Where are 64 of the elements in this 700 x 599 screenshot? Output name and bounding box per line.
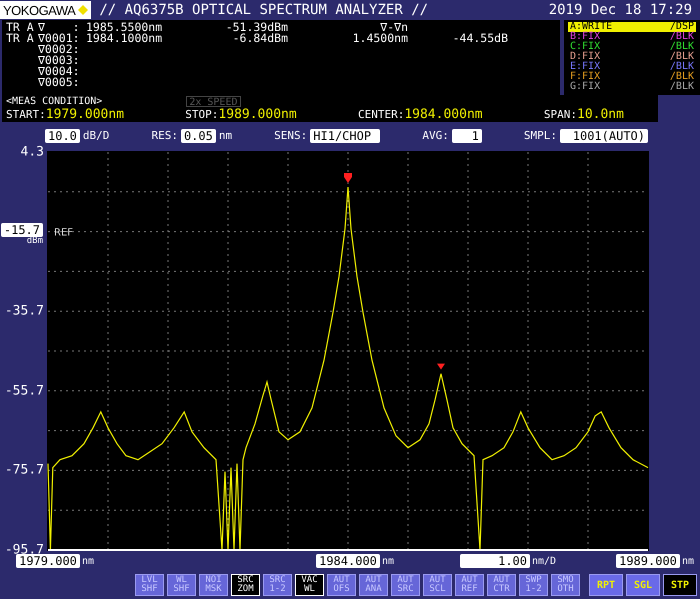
x-axis-unit: nm [382,556,394,566]
setting-unit: nm [218,129,232,142]
marker-wavelength: 1985.5500nm [86,22,164,33]
y-axis-label: -35.7 [4,304,44,319]
meas-condition-heading: <MEAS CONDITION> [6,96,102,107]
marker-label: ∇0005: [38,77,81,88]
marker-wavelength: 1984.1000nm [86,33,164,44]
y-axis-label: -55.7 [4,383,44,398]
logo: YOKOGAWA [0,1,92,19]
setting-label: RES: [151,129,178,142]
scale-unit: nm/D [532,556,556,566]
trace-item[interactable]: F:FIX /BLK [568,72,696,82]
x-axis-value[interactable]: 1989.000 [616,554,680,568]
y-axis-label: -75.7 [4,462,44,478]
trace-item[interactable]: B:FIX /BLK [568,32,696,42]
setting-label: AVG: [422,129,449,142]
marker-level: -6.84dBm [232,33,288,44]
marker-label: ∇0001: [38,33,81,44]
marker-icon [437,364,445,370]
setting-label: SMPL: [524,129,557,142]
window-title: // AQ6375B OPTICAL SPECTRUM ANALYZER // [99,2,430,18]
soft-key[interactable]: SRC ZOM [231,574,260,596]
x-axis-value[interactable]: 1979.000 [16,554,80,568]
setting-unit: dB/D [82,129,110,142]
sweep-button[interactable]: SGL [626,574,660,596]
soft-key[interactable]: VAC WL [295,574,324,596]
setting-value[interactable]: 0.05 [180,128,216,142]
sweep-button[interactable]: STP [663,574,697,596]
date-time: 2019 Dec 18 17:29 [548,2,692,18]
x-axis-unit: nm [682,556,694,566]
marker-label: ∇0002: [38,44,81,55]
sweep-button[interactable]: RPT [589,574,623,596]
trace-item[interactable]: D:FIX /BLK [568,52,696,62]
ref-level-value[interactable]: -15.7 [0,222,43,237]
diamond-icon [78,5,88,15]
speed-indicator: 2x SPEED [186,96,240,107]
marker-icon [344,173,352,184]
y-axis-label: 4.3 [20,144,44,160]
setting-label: SENS: [274,129,308,142]
x-axis-value[interactable]: 1984.000 [316,554,380,568]
meas-condition-item: START:1979.000nm [6,106,124,122]
trace-item[interactable]: G:FIX /BLK [568,82,696,92]
marker-level: -51.39dBm [224,22,288,33]
setting-value[interactable]: HI1/CHOP [310,128,380,142]
setting-value[interactable]: 1 [452,128,482,142]
marker-label: ∇0003: [38,55,81,66]
trace-item[interactable]: A:WRITE /DSP [568,22,696,32]
trace-item[interactable]: C:FIX /BLK [568,42,696,52]
trace-label: TR A [6,22,35,33]
delta-wavelength: ∇-∇n [380,22,408,33]
setting-value[interactable]: 10.0 [45,128,80,142]
delta-level: -44.55dB [452,33,508,44]
marker-label: ∇0004: [38,66,81,77]
meas-condition-item: CENTER:1984.000nm [358,106,483,122]
trace-item[interactable]: E:FIX /BLK [568,62,696,72]
x-axis-unit: nm [82,556,94,566]
meas-condition-item: SPAN:10.0nm [544,106,624,122]
trace-label: TR A [6,33,35,44]
meas-condition-item: STOP:1989.000nm [185,106,297,122]
setting-value[interactable]: 1001(AUTO) [560,128,648,142]
ref-tag: REF [54,228,74,239]
delta-wavelength: 1.4500nm [352,33,408,44]
marker-label: ∇ : [38,22,81,33]
scale-value[interactable]: 1.00 [460,554,530,568]
